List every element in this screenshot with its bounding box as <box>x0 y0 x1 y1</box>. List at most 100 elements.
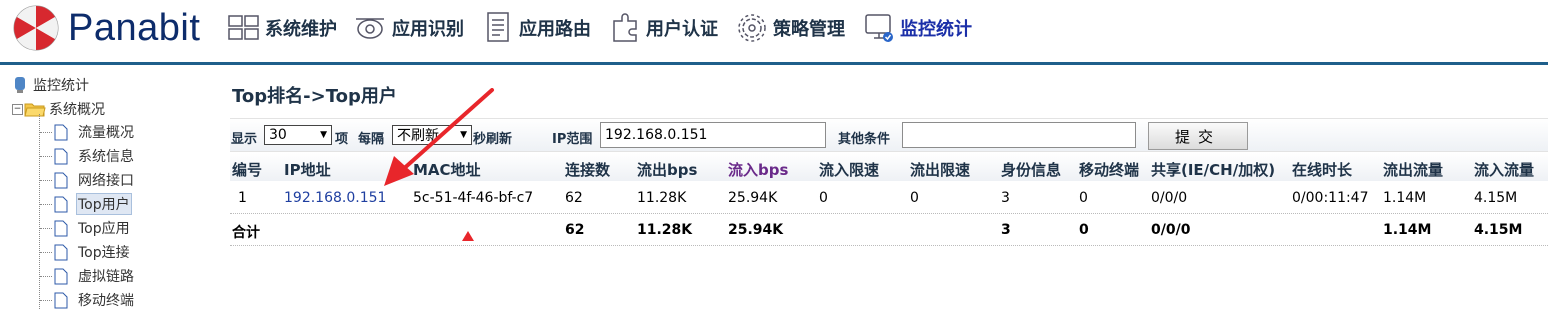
column-header[interactable]: 在线时长 <box>1292 159 1352 180</box>
app-identify-icon <box>353 10 389 46</box>
nav-app-identify[interactable]: 应用识别 <box>353 8 464 48</box>
sidebar-item-label: 移动终端 <box>78 293 134 309</box>
policy-gear-icon <box>734 10 770 46</box>
column-header[interactable]: 流出限速 <box>910 159 970 180</box>
tree-connector <box>40 227 52 229</box>
tree-folder-system-overview[interactable]: − 系统概况 <box>12 99 105 119</box>
total-identity: 3 <box>1001 222 1011 238</box>
tree-connector <box>40 251 52 253</box>
document-icon <box>54 196 68 212</box>
cell-in-traffic: 4.15M <box>1474 190 1518 206</box>
collapse-minus-icon[interactable]: − <box>12 103 23 115</box>
column-header[interactable]: 流出bps <box>637 159 697 180</box>
sidebar-item-mobile-terminal[interactable]: 移动终端 <box>40 289 136 311</box>
sidebar-item-virtual-link[interactable]: 虚拟链路 <box>40 265 136 287</box>
column-header[interactable]: 流出流量 <box>1383 159 1443 180</box>
sidebar-item-top-connections[interactable]: Top连接 <box>40 241 132 263</box>
sidebar-item-system-info[interactable]: 系统信息 <box>40 145 136 167</box>
other-conditions-input[interactable] <box>902 122 1136 148</box>
monitor-root-icon <box>15 77 25 93</box>
cell-ip-link[interactable]: 192.168.0.151 <box>284 190 386 206</box>
sidebar-item-label: Top应用 <box>78 221 130 237</box>
submit-button[interactable]: 提交 <box>1148 122 1248 150</box>
document-icon <box>54 124 68 140</box>
column-header[interactable]: 连接数 <box>565 159 610 180</box>
document-icon <box>54 220 68 236</box>
total-in-bps: 25.94K <box>728 222 784 238</box>
dropdown-arrow-icon: ▼ <box>320 130 327 140</box>
total-mobile: 0 <box>1079 222 1089 238</box>
column-header[interactable]: 流入限速 <box>819 159 879 180</box>
tree-connector <box>40 179 52 181</box>
total-label: 合计 <box>232 225 260 241</box>
cell-online-time: 0/00:11:47 <box>1292 190 1369 206</box>
nav-system-maintenance[interactable]: 系统维护 <box>226 8 337 48</box>
main-nav: 系统维护 应用识别 应用路由 用户认证 策略管理 监控统计 <box>226 8 988 48</box>
tree-connector <box>40 203 52 205</box>
other-conditions-label: 其他条件 <box>838 132 891 147</box>
column-header[interactable]: 移动终端 <box>1079 159 1139 180</box>
folder-open-icon <box>24 103 46 117</box>
cell-mac: 5c-51-4f-46-bf-c7 <box>413 190 534 206</box>
cell-in-limit: 0 <box>819 190 828 206</box>
nav-label: 用户认证 <box>646 19 718 40</box>
refresh-interval-select[interactable]: 不刷新 ▼ <box>392 125 472 145</box>
total-out-bps: 11.28K <box>637 222 693 238</box>
cell-out-limit: 0 <box>910 190 919 206</box>
sidebar-item-label: 系统信息 <box>78 149 134 165</box>
table-total-row: 合计 62 11.28K 25.94K 3 0 0/0/0 1.14M 4.15… <box>230 215 1548 246</box>
ip-range-input[interactable] <box>600 122 826 148</box>
panabit-logo: Panabit <box>12 4 200 52</box>
tree-connector <box>40 155 52 157</box>
sidebar-item-top-apps[interactable]: Top应用 <box>40 217 132 239</box>
top-header: Panabit 系统维护 应用识别 应用路由 用户认证 策略管理 监控统计 <box>0 0 1548 66</box>
monitor-stats-icon <box>861 10 897 46</box>
cell-mobile: 0 <box>1079 190 1088 206</box>
nav-policy-manage[interactable]: 策略管理 <box>734 8 845 48</box>
total-shared: 0/0/0 <box>1151 222 1191 238</box>
tree-connector <box>40 275 52 277</box>
tree-connector <box>40 299 52 301</box>
document-icon <box>54 244 68 260</box>
app-route-icon <box>480 10 516 46</box>
nav-label: 应用识别 <box>392 19 464 40</box>
sidebar-item-network-interface[interactable]: 网络接口 <box>40 169 136 191</box>
tree-folder-label: 系统概况 <box>49 102 105 118</box>
sidebar-item-traffic-overview[interactable]: 流量概况 <box>40 121 136 143</box>
dropdown-arrow-icon: ▼ <box>460 130 467 140</box>
nav-app-route[interactable]: 应用路由 <box>480 8 591 48</box>
show-count-select[interactable]: 30 ▼ <box>264 125 332 145</box>
column-header[interactable]: 编号 <box>232 159 262 180</box>
column-header[interactable]: MAC地址 <box>413 159 481 180</box>
nav-user-auth[interactable]: 用户认证 <box>607 8 718 48</box>
cell-rank: 1 <box>238 190 247 206</box>
refresh-label: 秒刷新 <box>473 132 513 147</box>
cell-connections: 62 <box>565 190 583 206</box>
document-icon <box>54 172 68 188</box>
item-label: 项 <box>335 132 349 147</box>
umbrella-logo-icon <box>13 5 59 51</box>
header-divider <box>0 62 1548 65</box>
column-header[interactable]: 流入流量 <box>1474 159 1534 180</box>
tree-root[interactable]: 监控统计 <box>12 75 89 95</box>
nav-monitor-stats[interactable]: 监控统计 <box>861 8 972 48</box>
cell-out-bps: 11.28K <box>637 190 687 206</box>
total-connections: 62 <box>565 222 585 238</box>
sidebar-item-label: Top连接 <box>78 245 130 261</box>
cell-identity: 3 <box>1001 190 1010 206</box>
column-header[interactable]: 流入bps <box>728 159 788 180</box>
document-icon <box>54 292 68 308</box>
page-title: Top排名->Top用户 <box>232 86 397 107</box>
show-label: 显示 <box>231 132 258 147</box>
sidebar-item-label: Top用户 <box>76 193 132 215</box>
ip-range-label: IP范围 <box>552 132 593 147</box>
column-header[interactable]: IP地址 <box>284 159 331 180</box>
total-out-traffic: 1.14M <box>1383 222 1432 238</box>
nav-label: 应用路由 <box>519 19 591 40</box>
sidebar-item-top-users[interactable]: Top用户 <box>40 193 132 215</box>
refresh-interval-value: 不刷新 <box>397 128 439 144</box>
column-header[interactable]: 身份信息 <box>1001 159 1061 180</box>
nav-label: 系统维护 <box>265 19 337 40</box>
nav-label: 策略管理 <box>773 19 845 40</box>
column-header[interactable]: 共享(IE/CH/加权) <box>1151 159 1275 180</box>
